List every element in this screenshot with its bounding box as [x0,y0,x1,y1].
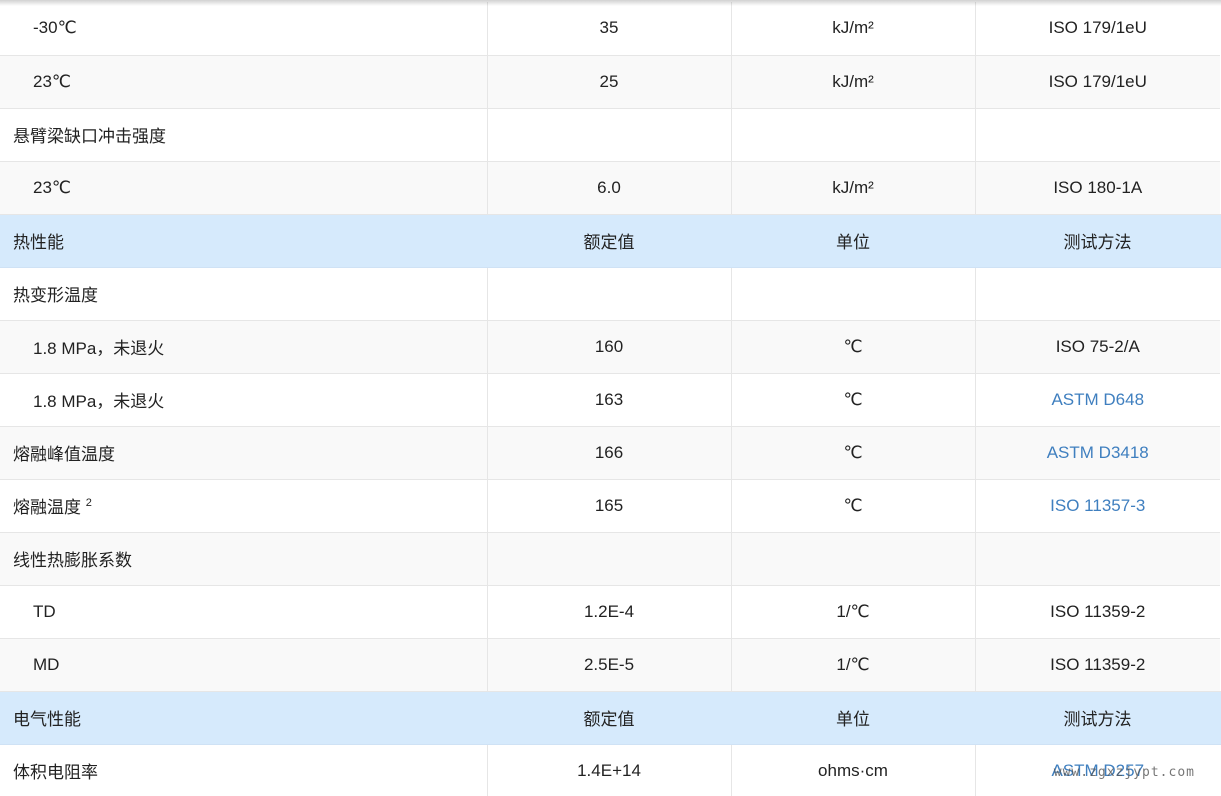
property-name-text: 悬臂梁缺口冲击强度 [13,127,166,146]
table-row: 熔融温度 2 165 ℃ ISO 11357-3 [0,479,1220,533]
property-value [487,532,732,586]
property-unit: ℃ [731,479,976,533]
column-header-method: 测试方法 [975,214,1221,268]
property-name-text: 熔融温度 [13,498,81,517]
property-value: 160 [487,320,732,374]
property-value: 35 [487,2,732,56]
table-row: 1.8 MPa，未退火 163 ℃ ASTM D648 [0,373,1220,427]
property-name-text: 热变形温度 [13,286,98,305]
property-value: 2.5E-5 [487,638,732,692]
property-name-text: 23℃ [33,177,72,197]
property-unit: kJ/m² [731,161,976,215]
test-method: ISO 75-2/A [975,320,1220,374]
test-method-link[interactable]: ASTM D648 [1051,390,1144,409]
property-name-text: 热性能 [13,233,64,252]
property-name: 1.8 MPa，未退火 [0,320,488,374]
property-name: MD [0,638,488,692]
column-header-unit: 单位 [731,214,976,268]
property-unit: 1/℃ [731,585,976,639]
property-name: 悬臂梁缺口冲击强度 [0,108,488,162]
top-shadow [0,0,1221,6]
property-name: 23℃ [0,161,488,215]
column-header-unit: 单位 [731,691,976,745]
property-name-text: 电气性能 [13,710,81,729]
property-value [487,108,732,162]
properties-page: -30℃ 35 kJ/m² ISO 179/1eU 23℃ 25 kJ/m² ISO 179/… [0,0,1221,796]
property-name-text: 23℃ [33,71,72,91]
property-value: 166 [487,426,732,480]
property-unit: ℃ [731,373,976,427]
watermark: www.zgxzjypt.com [1053,765,1195,780]
table-row: 1.8 MPa，未退火 160 ℃ ISO 75-2/A [0,320,1220,374]
property-value: 163 [487,373,732,427]
test-method [975,108,1220,162]
test-method: ISO 11359-2 [975,585,1220,639]
column-header-value: 额定值 [487,214,732,268]
test-method [975,267,1220,321]
table-row: 热变形温度 [0,267,1220,321]
property-unit: ℃ [731,320,976,374]
property-unit [731,108,976,162]
table-row: 23℃ 25 kJ/m² ISO 179/1eU [0,55,1220,109]
test-method: ASTM D3418 [975,426,1220,480]
property-name: 23℃ [0,55,488,109]
property-value: 1.2E-4 [487,585,732,639]
footnote-marker: 2 [85,497,92,509]
property-unit: ohms·cm [731,744,976,796]
table-row: 线性热膨胀系数 [0,532,1220,586]
table-row: 23℃ 6.0 kJ/m² ISO 180-1A [0,161,1220,215]
section-title: 热性能 [0,214,488,268]
property-name: 体积电阻率 [0,744,488,796]
property-unit [731,267,976,321]
test-method: ASTM D648 [975,373,1220,427]
property-name: 线性热膨胀系数 [0,532,488,586]
table-row: -30℃ 35 kJ/m² ISO 179/1eU [0,2,1220,56]
section-header-row: 电气性能 额定值 单位 测试方法 [0,691,1221,745]
property-value: 6.0 [487,161,732,215]
test-method-link[interactable]: ASTM D3418 [1047,443,1149,462]
property-name: 熔融温度 2 [0,479,488,533]
property-name-text: MD [33,654,60,674]
table-row: MD 2.5E-5 1/℃ ISO 11359-2 [0,638,1220,692]
property-name: 1.8 MPa，未退火 [0,373,488,427]
property-name: TD [0,585,488,639]
property-name-text: 体积电阻率 [13,763,98,782]
property-value [487,267,732,321]
property-name-text: 线性热膨胀系数 [13,551,132,570]
property-name: 热变形温度 [0,267,488,321]
table-row: 熔融峰值温度 166 ℃ ASTM D3418 [0,426,1220,480]
property-name-text: 1.8 MPa，未退火 [33,339,165,358]
property-value: 1.4E+14 [487,744,732,796]
property-value: 165 [487,479,732,533]
test-method: ISO 180-1A [975,161,1220,215]
test-method-link[interactable]: ISO 11357-3 [1050,496,1145,515]
property-name: -30℃ [0,2,488,56]
table-row: 体积电阻率 1.4E+14 ohms·cm ASTM D257 [0,744,1220,796]
table-row: 悬臂梁缺口冲击强度 [0,108,1220,162]
test-method [975,532,1220,586]
test-method: ISO 179/1eU [975,2,1220,56]
property-value: 25 [487,55,732,109]
column-header-method: 测试方法 [975,691,1221,745]
property-unit: kJ/m² [731,2,976,56]
property-name-text: 熔融峰值温度 [13,445,115,464]
properties-table-body: -30℃ 35 kJ/m² ISO 179/1eU 23℃ 25 kJ/m² ISO 179/… [0,2,1221,796]
property-name: 熔融峰值温度 [0,426,488,480]
section-title: 电气性能 [0,691,488,745]
test-method: ISO 11359-2 [975,638,1220,692]
property-name-text: -30℃ [33,18,77,38]
test-method: ISO 11357-3 [975,479,1220,533]
property-name-text: 1.8 MPa，未退火 [33,392,165,411]
test-method: ISO 179/1eU [975,55,1220,109]
properties-table: -30℃ 35 kJ/m² ISO 179/1eU 23℃ 25 kJ/m² ISO 179/… [0,2,1221,796]
column-header-value: 额定值 [487,691,732,745]
property-unit: kJ/m² [731,55,976,109]
table-row: TD 1.2E-4 1/℃ ISO 11359-2 [0,585,1220,639]
section-header-row: 热性能 额定值 单位 测试方法 [0,214,1221,268]
property-name-text: TD [33,601,56,621]
property-unit [731,532,976,586]
property-unit: 1/℃ [731,638,976,692]
property-unit: ℃ [731,426,976,480]
